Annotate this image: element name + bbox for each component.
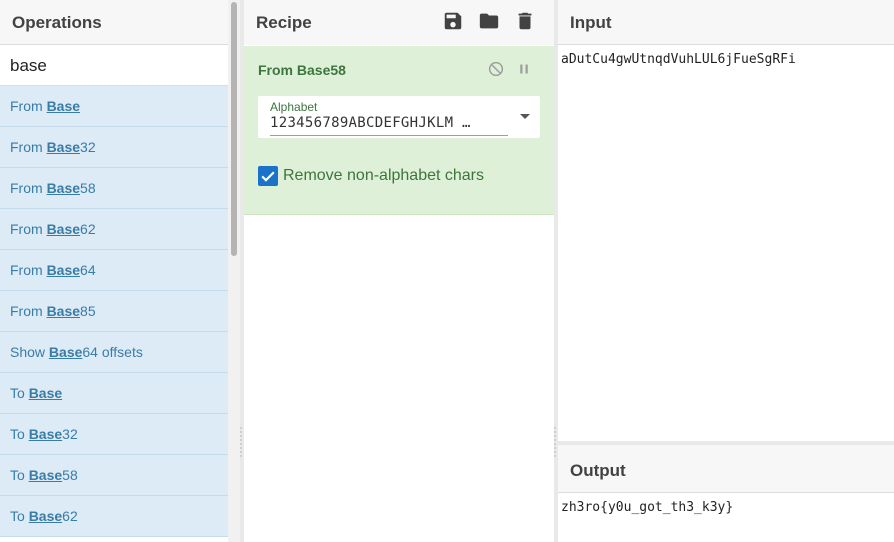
op-item-match: Base [28,385,63,401]
recipe-panel: Recipe From Base58 Alphabet 123456789ABC… [244,0,554,542]
disable-icon[interactable] [487,60,505,78]
output-textarea[interactable]: zh3ro{y0u_got_th3_k3y} [561,500,733,515]
operations-scrollbar-thumb[interactable] [231,2,237,256]
op-item-match: Base [46,221,81,237]
op-item-match: Base [46,139,81,155]
op-item-prefix: From [10,221,47,237]
operations-list: From Base From Base32 From Base58 From B… [0,86,228,537]
op-item-suffix: 32 [62,426,78,442]
op-item-show-base64-offsets[interactable]: Show Base64 offsets [0,332,228,373]
operations-title: Operations [0,0,228,45]
op-item-suffix: 62 [62,508,78,524]
op-item-suffix: 85 [80,303,96,319]
op-item-match: Base [28,508,63,524]
op-item-prefix: From [10,98,47,114]
op-item-match: Base [46,262,81,278]
op-item-prefix: To [10,467,29,483]
op-item-from-base85[interactable]: From Base85 [0,291,228,332]
alphabet-underline [270,135,508,136]
operations-search-input[interactable] [0,46,228,86]
op-item-to-base32[interactable]: To Base32 [0,414,228,455]
remove-non-alphabet-label[interactable]: Remove non-alphabet chars [283,167,484,185]
op-item-prefix: From [10,180,47,196]
alphabet-label: Alphabet [270,100,318,114]
op-item-prefix: From [10,303,47,319]
op-item-from-base62[interactable]: From Base62 [0,209,228,250]
op-item-suffix: 62 [80,221,96,237]
op-item-to-base62[interactable]: To Base62 [0,496,228,537]
trash-icon[interactable] [514,10,536,32]
input-textarea[interactable]: aDutCu4gwUtnqdVuhLUL6jFueSgRFi [561,52,796,67]
pause-icon[interactable] [515,60,533,78]
op-item-match: Base [48,344,83,360]
op-item-suffix: 32 [80,139,96,155]
recipe-title: Recipe [256,13,312,32]
op-item-prefix: To [10,426,29,442]
op-item-suffix: 64 [80,262,96,278]
op-item-prefix: From [10,262,47,278]
recipe-operation-from-base58[interactable]: From Base58 Alphabet 123456789ABCDEFGHJK… [244,46,554,215]
op-item-from-base64[interactable]: From Base64 [0,250,228,291]
op-item-prefix: From [10,139,47,155]
op-item-suffix: 58 [62,467,78,483]
op-item-match: Base [28,426,63,442]
io-panel: Input aDutCu4gwUtnqdVuhLUL6jFueSgRFi Out… [558,0,894,542]
op-item-match: Base [46,180,81,196]
op-item-from-base[interactable]: From Base [0,86,228,127]
input-title: Input [558,0,894,45]
chevron-down-icon[interactable] [520,114,530,119]
alphabet-select[interactable]: Alphabet 123456789ABCDEFGHJKLM … [258,96,540,138]
op-item-from-base58[interactable]: From Base58 [0,168,228,209]
operations-panel: Operations From Base From Base32 From Ba… [0,0,228,542]
op-item-match: Base [46,98,81,114]
op-item-prefix: To [10,508,29,524]
remove-non-alphabet-checkbox[interactable] [258,166,278,186]
folder-icon[interactable] [478,10,500,32]
op-item-match: Base [46,303,81,319]
op-item-suffix: 64 offsets [82,344,143,360]
output-title: Output [558,445,894,493]
op-item-to-base58[interactable]: To Base58 [0,455,228,496]
op-item-from-base32[interactable]: From Base32 [0,127,228,168]
op-item-to-base[interactable]: To Base [0,373,228,414]
recipe-header: Recipe [244,0,554,45]
op-item-prefix: Show [10,344,49,360]
save-icon[interactable] [442,10,464,32]
recipe-operation-title: From Base58 [258,62,346,78]
op-item-prefix: To [10,385,29,401]
op-item-suffix: 58 [80,180,96,196]
op-item-match: Base [28,467,63,483]
alphabet-value[interactable]: 123456789ABCDEFGHJKLM … [270,115,500,131]
